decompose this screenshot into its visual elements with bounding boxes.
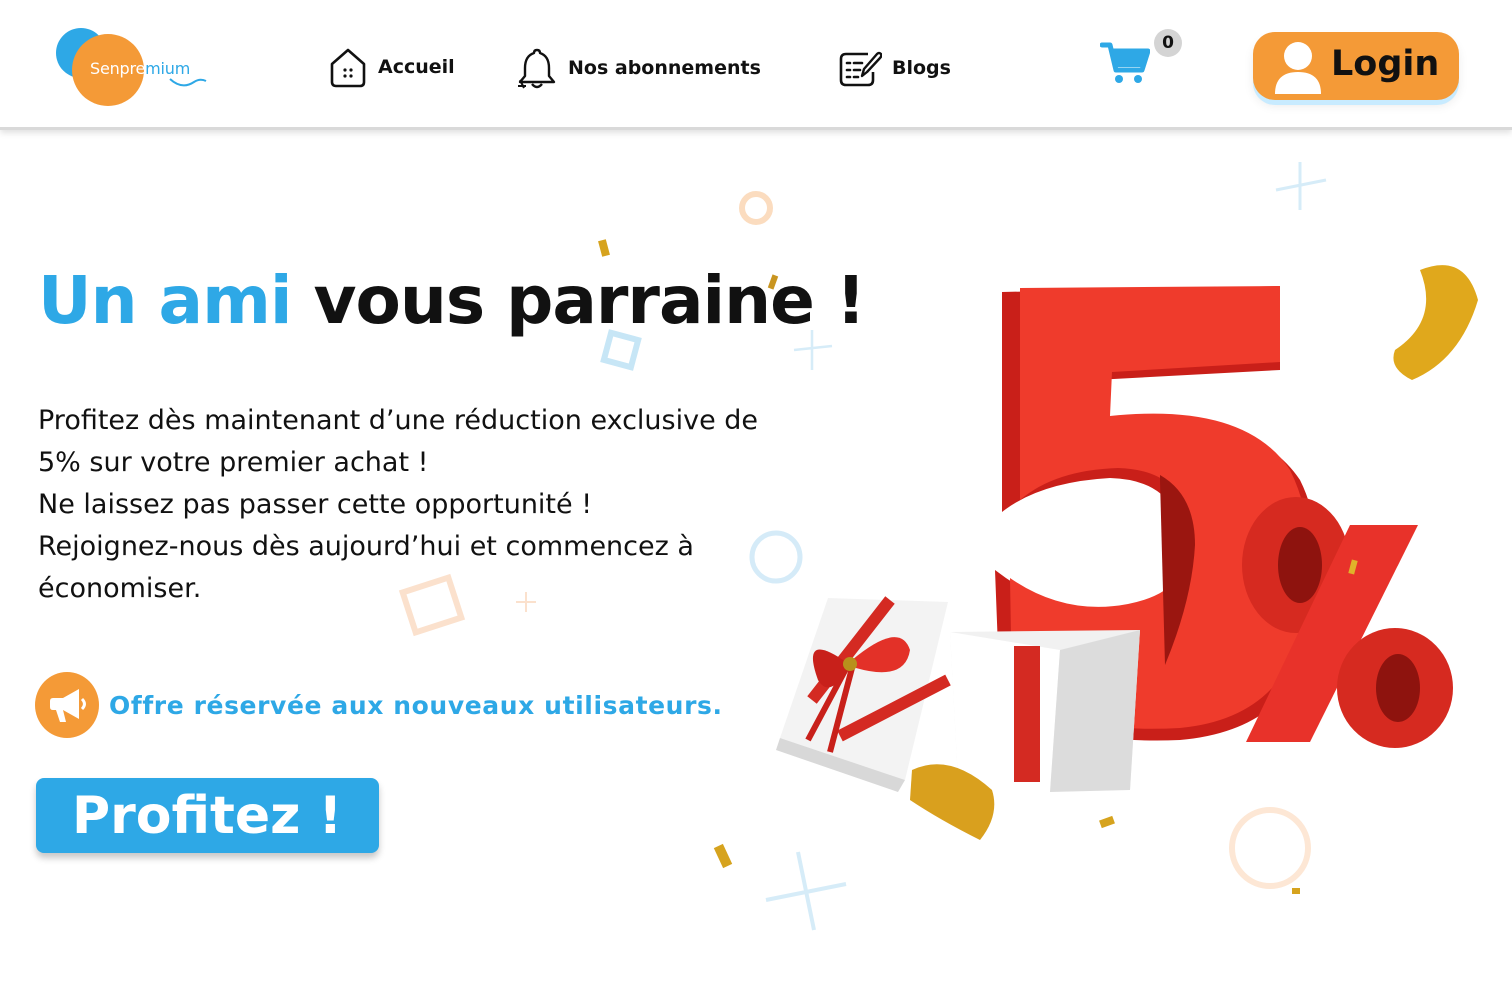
paragraph-line: 5% sur votre premier achat ! [38, 447, 429, 478]
nav-blogs-label: Blogs [892, 57, 951, 79]
home-icon [330, 48, 366, 88]
paragraph-line: Profitez dès maintenant d’une réduction … [38, 405, 759, 436]
cart-count-badge: 0 [1154, 29, 1182, 57]
open-gift-box [950, 630, 1140, 792]
logo-swoosh-icon [169, 78, 207, 87]
top-navbar: Senpremium Accueil Nos abonnements Blogs [0, 0, 1512, 130]
paragraph-line: Rejoignez-nous dès aujourd’hui et commen… [38, 531, 694, 562]
paragraph-line: Ne laissez pas passer cette opportunité … [38, 489, 593, 520]
megaphone-icon [50, 689, 86, 722]
nav-accueil[interactable]: Accueil [328, 46, 455, 88]
headline-blue-part: Un ami [38, 262, 292, 339]
gift-lid [776, 596, 951, 792]
nav-blogs[interactable]: Blogs [838, 48, 951, 88]
senpremium-logo[interactable]: Senpremium [54, 26, 234, 108]
bell-icon [518, 48, 556, 89]
hero-headline: Un ami vous parraine ! [38, 262, 866, 339]
offer-notice: Offre réservée aux nouveaux utilisateurs… [35, 672, 723, 738]
edit-list-icon [839, 51, 882, 87]
logo-text-part1: Senpre [90, 59, 146, 78]
login-button[interactable]: Login [1253, 32, 1459, 100]
hero-paragraph: Profitez dès maintenant d’une réduction … [38, 400, 808, 610]
cart-icon[interactable] [1100, 40, 1150, 86]
big-five-graphic [995, 286, 1318, 741]
profitez-button[interactable]: Profitez ! [36, 778, 379, 853]
headline-black-part: vous parraine ! [313, 262, 865, 339]
nav-abonnements[interactable]: Nos abonnements [516, 46, 761, 90]
megaphone-badge [35, 672, 99, 738]
percent-graphic [1242, 497, 1453, 748]
user-icon [1275, 42, 1321, 94]
offer-text: Offre réservée aux nouveaux utilisateurs… [109, 690, 723, 720]
login-label: Login [1331, 44, 1440, 84]
nav-accueil-label: Accueil [378, 56, 455, 78]
paragraph-line: économiser. [38, 573, 202, 604]
nav-abonnements-label: Nos abonnements [568, 57, 761, 79]
